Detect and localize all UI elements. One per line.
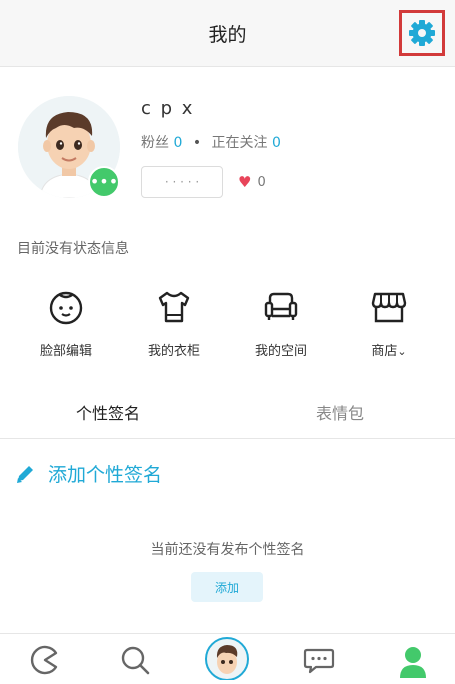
- add-signature-link[interactable]: 添加个性签名: [14, 460, 162, 487]
- top-bar: 我的: [0, 0, 455, 67]
- quick-action-label: 我的衣柜: [147, 344, 200, 359]
- gear-icon: [409, 20, 435, 46]
- pencil-icon: [17, 465, 33, 483]
- search-icon: [121, 646, 150, 675]
- chat-icon: [303, 648, 335, 674]
- bottom-navigation: [0, 633, 455, 682]
- nav-home[interactable]: [29, 644, 61, 680]
- sofa-icon: [264, 292, 298, 320]
- settings-button[interactable]: [399, 10, 445, 56]
- profile-tag-button[interactable]: · · · · ·: [141, 166, 223, 198]
- quick-action-label: 脸部编辑: [39, 344, 92, 359]
- status-message: 目前没有状态信息: [17, 241, 129, 257]
- add-signature-label: 添加个性签名: [48, 464, 163, 486]
- following-label: 正在关注: [211, 135, 268, 151]
- content-tabs: 个性签名 表情包: [0, 396, 455, 439]
- nav-messages[interactable]: [303, 644, 335, 680]
- pacman-icon: [30, 645, 58, 675]
- nav-profile[interactable]: [397, 644, 429, 682]
- likes-count: 0: [257, 174, 266, 190]
- quick-action-my-space[interactable]: 我的空间: [231, 288, 331, 359]
- fans-count[interactable]: 0: [173, 135, 182, 151]
- page-title: 我的: [208, 24, 247, 46]
- store-label: 商店: [371, 344, 398, 359]
- fans-label: 粉丝: [141, 135, 169, 151]
- nav-avatar[interactable]: [204, 636, 250, 684]
- quick-action-face-edit[interactable]: 脸部编辑: [16, 288, 116, 359]
- store-icon: [371, 292, 407, 323]
- heart-icon: ♥: [238, 173, 252, 191]
- tab-signature[interactable]: 个性签名: [76, 400, 140, 424]
- profile-avatar[interactable]: •••: [18, 96, 120, 198]
- follow-stats: 粉丝 0 • 正在关注 0: [141, 132, 281, 152]
- tab-stickers[interactable]: 表情包: [316, 400, 364, 424]
- quick-action-wardrobe[interactable]: 我的衣柜: [124, 288, 224, 359]
- more-dots-icon[interactable]: •••: [88, 166, 120, 198]
- add-button[interactable]: 添加: [191, 572, 263, 602]
- nav-search[interactable]: [119, 644, 151, 680]
- tshirt-icon: [158, 291, 190, 323]
- likes-counter: ♥ 0: [238, 173, 266, 191]
- avatar-icon: [205, 637, 249, 681]
- quick-action-label: 商店⌄: [339, 340, 439, 359]
- quick-action-store[interactable]: 商店⌄: [339, 288, 439, 359]
- person-icon: [400, 647, 426, 678]
- chevron-down-icon: ⌄: [397, 345, 407, 358]
- quick-action-label: 我的空间: [254, 344, 307, 359]
- following-count[interactable]: 0: [272, 135, 281, 151]
- face-icon: [49, 291, 83, 325]
- separator-dot: •: [192, 135, 202, 151]
- username: c p x: [141, 98, 195, 119]
- empty-signature-text: 当前还没有发布个性签名: [150, 542, 305, 558]
